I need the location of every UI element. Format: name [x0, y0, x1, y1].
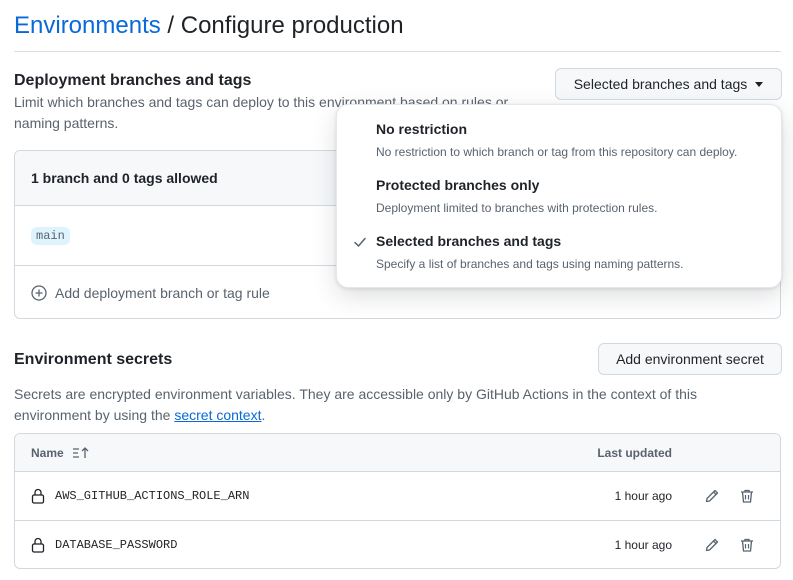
secrets-section-title: Environment secrets [14, 351, 173, 368]
allowed-summary: 1 branch and 0 tags allowed [31, 170, 218, 186]
secret-updated: 1 hour ago [614, 489, 672, 503]
sort-icon[interactable] [72, 446, 90, 460]
branch-policy-select-button[interactable]: Selected branches and tags [555, 68, 782, 100]
header-divider [14, 51, 781, 52]
add-deployment-rule-button[interactable]: Add deployment branch or tag rule [31, 285, 270, 301]
dropdown-option-selected-branches[interactable]: Selected branches and tags Specify a lis… [337, 217, 781, 273]
secrets-table: Name Last updated AWS_GITHUB_ACTIONS_ROL… [14, 433, 781, 569]
secrets-description: Secrets are encrypted environment variab… [14, 384, 774, 426]
secret-name: AWS_GITHUB_ACTIONS_ROLE_ARN [55, 489, 250, 503]
column-header-name[interactable]: Name [31, 446, 64, 460]
breadcrumb: Environments / Configure production [14, 11, 404, 41]
column-header-last-updated: Last updated [597, 445, 672, 460]
dropdown-option-desc: No restriction to which branch or tag fr… [376, 145, 738, 159]
branch-label-main: main [31, 226, 70, 245]
pencil-icon [705, 538, 719, 552]
add-environment-secret-button[interactable]: Add environment secret [598, 343, 782, 375]
dropdown-option-title: Protected branches only [376, 177, 540, 193]
caret-down-icon [755, 81, 764, 87]
secrets-description-text: Secrets are encrypted environment variab… [14, 386, 697, 423]
secret-context-link[interactable]: secret context [174, 407, 261, 423]
lock-icon [31, 488, 45, 504]
lock-icon [31, 537, 45, 553]
breadcrumb-separator: / [167, 12, 175, 39]
branch-policy-dropdown: No restriction No restriction to which b… [336, 104, 782, 288]
branch-policy-select-label: Selected branches and tags [573, 76, 748, 92]
dropdown-option-desc: Deployment limited to branches with prot… [376, 201, 658, 215]
delete-secret-button[interactable] [737, 535, 757, 555]
secret-name: DATABASE_PASSWORD [55, 538, 178, 552]
page-title: Configure production [180, 12, 404, 39]
dropdown-option-no-restriction[interactable]: No restriction No restriction to which b… [337, 105, 781, 161]
dropdown-option-title: Selected branches and tags [376, 233, 562, 249]
dropdown-option-protected-branches[interactable]: Protected branches only Deployment limit… [337, 161, 781, 217]
delete-secret-button[interactable] [737, 486, 757, 506]
table-row: AWS_GITHUB_ACTIONS_ROLE_ARN 1 hour ago [15, 472, 780, 520]
table-row: DATABASE_PASSWORD 1 hour ago [15, 521, 780, 568]
edit-secret-button[interactable] [702, 486, 722, 506]
deployment-section-title: Deployment branches and tags [14, 72, 252, 89]
plus-circle-icon [31, 284, 47, 301]
dropdown-option-desc: Specify a list of branches and tags usin… [376, 257, 684, 271]
edit-secret-button[interactable] [702, 535, 722, 555]
add-deployment-rule-label: Add deployment branch or tag rule [55, 284, 270, 301]
secrets-description-end: . [261, 407, 266, 423]
dropdown-option-title: No restriction [376, 121, 468, 137]
trash-icon [741, 538, 753, 552]
secrets-table-header: Name Last updated [15, 434, 780, 471]
pencil-icon [705, 489, 719, 503]
breadcrumb-environments-link[interactable]: Environments [14, 12, 161, 39]
trash-icon [741, 489, 753, 503]
check-icon [354, 237, 366, 247]
secret-updated: 1 hour ago [614, 538, 672, 552]
